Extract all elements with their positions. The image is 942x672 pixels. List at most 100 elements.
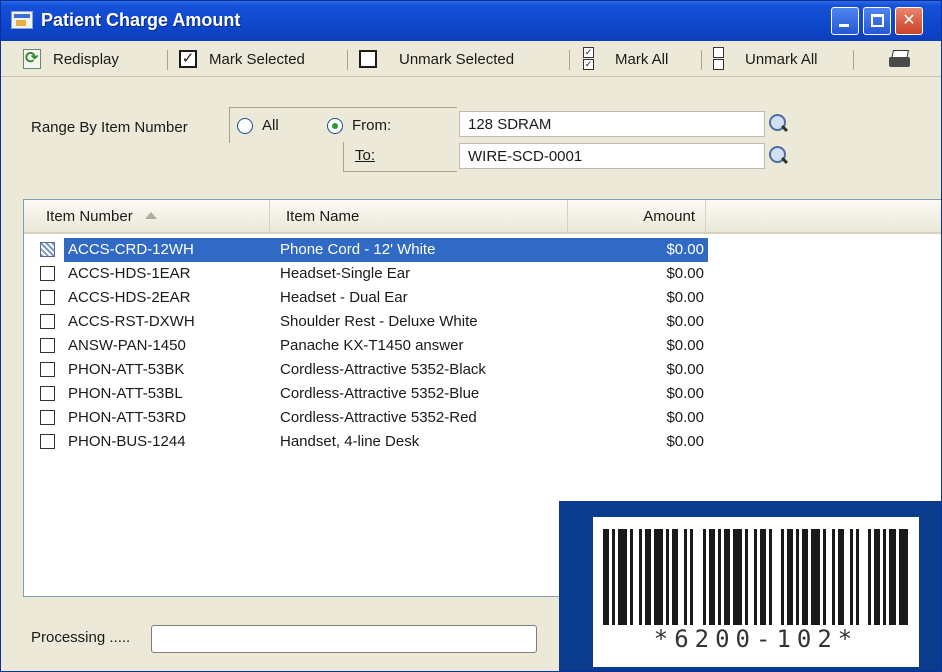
item-number-cell: PHON-ATT-53BK	[68, 361, 185, 378]
barcode-text: *6200-102*	[653, 625, 859, 653]
item-number-cell: ACCS-HDS-2EAR	[68, 289, 191, 306]
checked-box-icon: ✓	[179, 50, 197, 68]
column-header-amount[interactable]: Amount	[568, 200, 706, 232]
item-name-cell: Cordless-Attractive 5352-Red	[280, 409, 477, 426]
row-checkbox[interactable]	[40, 266, 55, 281]
radio-all-circle[interactable]	[237, 117, 253, 134]
toolbar-divider	[701, 50, 702, 70]
toolbar-divider	[167, 50, 168, 70]
table-row[interactable]: PHON-ATT-53BK Cordless-Attractive 5352-B…	[28, 358, 941, 382]
table-row[interactable]: ACCS-CRD-12WH Phone Cord - 12' White $0.…	[28, 238, 941, 262]
grid-header: Item Number Item Name Amount	[24, 200, 941, 234]
row-checkbox[interactable]	[40, 386, 55, 401]
barcode-bar	[732, 529, 742, 625]
table-row[interactable]: ACCS-HDS-1EAR Headset-Single Ear $0.00	[28, 262, 941, 286]
minimize-icon	[839, 24, 849, 27]
from-item-input[interactable]: 128 SDRAM	[459, 111, 765, 137]
close-button[interactable]: ✕	[895, 7, 923, 35]
radio-all-label: All	[262, 117, 279, 134]
item-name-cell: Headset - Dual Ear	[280, 289, 408, 306]
window-title: Patient Charge Amount	[41, 10, 241, 30]
title-bar[interactable]: Patient Charge Amount ✕	[1, 1, 941, 41]
range-group-border	[343, 142, 344, 172]
redisplay-label: Redisplay	[53, 50, 119, 68]
amount-cell: $0.00	[666, 337, 704, 354]
item-name-cell: Panache KX-T1450 answer	[280, 337, 464, 354]
toolbar-divider	[347, 50, 348, 70]
item-number-cell: ACCS-RST-DXWH	[68, 313, 195, 330]
unmark-all-icon	[713, 47, 725, 71]
item-number-cell: PHON-BUS-1244	[68, 433, 186, 450]
to-label: To:	[355, 147, 376, 164]
processing-label: Processing .....	[31, 629, 131, 646]
toolbar-divider	[853, 50, 854, 70]
mark-all-icon: ✓ ✓	[583, 47, 594, 70]
row-checkbox[interactable]	[40, 338, 55, 353]
item-name-cell: Cordless-Attractive 5352-Blue	[280, 385, 480, 402]
row-checkbox[interactable]	[40, 434, 55, 449]
item-name-cell: Phone Cord - 12' White	[280, 241, 436, 258]
item-number-cell: ACCS-CRD-12WH	[68, 241, 194, 258]
range-group-border	[343, 171, 457, 172]
minimize-button[interactable]	[831, 7, 859, 35]
toolbar: Redisplay ✓ Mark Selected Unmark Selecte…	[1, 41, 941, 77]
barcode-bars	[603, 529, 911, 625]
unmark-all-label: Unmark All	[745, 50, 818, 68]
empty-box-icon	[359, 50, 377, 68]
mark-all-button[interactable]: ✓ ✓ Mark All	[583, 41, 668, 77]
table-row[interactable]: PHON-ATT-53RD Cordless-Attractive 5352-R…	[28, 406, 941, 430]
row-checkbox[interactable]	[40, 410, 55, 425]
amount-cell: $0.00	[666, 265, 704, 282]
column-header-item-name[interactable]: Item Name	[270, 200, 568, 232]
table-row[interactable]: PHON-ATT-53BL Cordless-Attractive 5352-B…	[28, 382, 941, 406]
table-row[interactable]: ACCS-RST-DXWH Shoulder Rest - Deluxe Whi…	[28, 310, 941, 334]
barcode-bar	[898, 529, 908, 625]
radio-from-label: From:	[352, 117, 392, 134]
table-row[interactable]: PHON-BUS-1244 Handset, 4-line Desk $0.00	[28, 430, 941, 454]
row-checkbox[interactable]	[40, 362, 55, 377]
maximize-icon	[871, 14, 884, 27]
table-row[interactable]: ANSW-PAN-1450 Panache KX-T1450 answer $0…	[28, 334, 941, 358]
amount-cell: $0.00	[666, 433, 704, 450]
to-lookup-icon[interactable]	[767, 144, 791, 168]
unmark-all-button[interactable]: Unmark All	[713, 41, 818, 77]
patient-charge-amount-window: Patient Charge Amount ✕ Redisplay ✓ Mark…	[0, 0, 942, 672]
redisplay-icon	[23, 48, 41, 69]
to-item-input[interactable]: WIRE-SCD-0001	[459, 143, 765, 169]
barcode-bar	[618, 529, 628, 625]
column-header-item-number[interactable]: Item Number	[24, 200, 270, 232]
item-number-cell: PHON-ATT-53BL	[68, 385, 183, 402]
unmark-selected-button[interactable]: Unmark Selected	[359, 41, 514, 77]
item-name-cell: Shoulder Rest - Deluxe White	[280, 313, 478, 330]
maximize-button[interactable]	[863, 7, 891, 35]
amount-cell: $0.00	[666, 409, 704, 426]
barcode-bar	[772, 529, 781, 625]
row-checkbox[interactable]	[40, 242, 55, 257]
item-name-cell: Handset, 4-line Desk	[280, 433, 420, 450]
barcode-bar	[859, 529, 868, 625]
unmark-selected-label: Unmark Selected	[399, 50, 515, 68]
item-name-cell: Headset-Single Ear	[280, 265, 411, 282]
redisplay-button[interactable]: Redisplay	[23, 41, 119, 77]
amount-cell: $0.00	[666, 241, 704, 258]
radio-all[interactable]: All	[237, 117, 279, 134]
processing-progress-bar	[151, 625, 537, 653]
mark-selected-button[interactable]: ✓ Mark Selected	[179, 41, 305, 77]
row-checkbox[interactable]	[40, 314, 55, 329]
barcode-bar	[811, 529, 821, 625]
barcode-bar	[693, 529, 702, 625]
printer-icon	[889, 50, 911, 68]
print-button[interactable]	[889, 41, 911, 77]
row-checkbox[interactable]	[40, 290, 55, 305]
item-number-cell: ACCS-HDS-1EAR	[68, 265, 191, 282]
table-row[interactable]: ACCS-HDS-2EAR Headset - Dual Ear $0.00	[28, 286, 941, 310]
item-name-cell: Cordless-Attractive 5352-Black	[280, 361, 486, 378]
radio-from-circle[interactable]	[327, 117, 343, 134]
mark-selected-label: Mark Selected	[209, 50, 305, 68]
amount-cell: $0.00	[666, 289, 704, 306]
from-lookup-icon[interactable]	[767, 112, 791, 136]
amount-cell: $0.00	[666, 385, 704, 402]
radio-from[interactable]: From:	[327, 117, 391, 134]
sort-ascending-icon	[144, 212, 157, 219]
range-by-item-number-label: Range By Item Number	[31, 119, 188, 136]
